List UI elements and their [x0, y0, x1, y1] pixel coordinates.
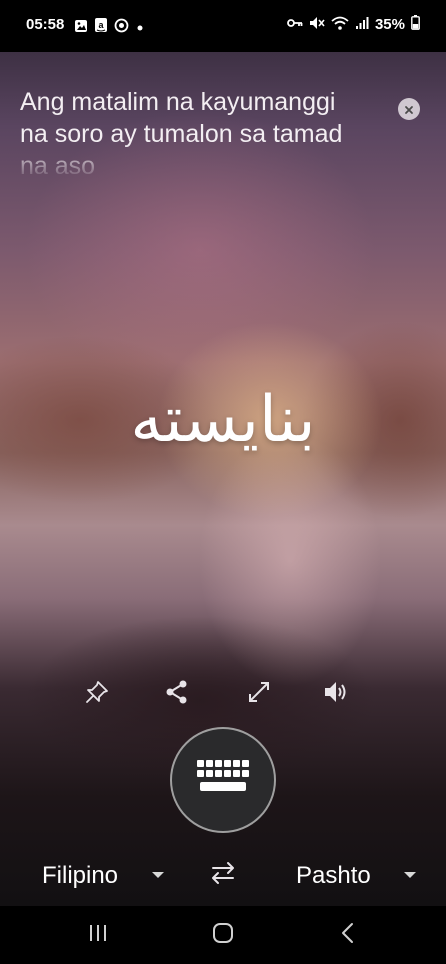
signal-icon [355, 16, 369, 34]
recent-apps-icon [87, 923, 109, 947]
target-language-selector[interactable]: Pashto [296, 862, 371, 890]
notification-icons: a [74, 17, 145, 37]
swap-icon [209, 861, 237, 892]
back-icon [340, 922, 356, 948]
status-time: 05:58 [26, 16, 65, 33]
close-icon [404, 100, 414, 119]
speaker-icon [322, 679, 350, 709]
status-right: 35% [287, 15, 420, 34]
source-text[interactable]: Ang matalim na kayumanggi na soro ay tum… [20, 86, 370, 176]
speaker-button[interactable] [316, 674, 356, 714]
language-bar: Filipino Pashto [0, 850, 446, 906]
clear-button[interactable] [398, 98, 420, 120]
target-language-dropdown-icon[interactable] [404, 872, 416, 878]
wifi-icon [331, 16, 349, 34]
action-bar [0, 674, 446, 716]
source-language-dropdown-icon[interactable] [152, 872, 164, 878]
battery-icon [411, 15, 420, 34]
home-button[interactable] [203, 920, 243, 950]
share-button[interactable] [157, 674, 197, 714]
fullscreen-icon [246, 679, 272, 709]
dot-icon [135, 18, 145, 37]
image-icon [74, 18, 88, 37]
battery-text: 35% [374, 16, 405, 33]
share-icon [164, 679, 190, 709]
navigation-bar [0, 906, 446, 964]
status-bar: 05:58 a 35% [0, 0, 446, 52]
key-icon [287, 16, 303, 33]
keyboard-button[interactable] [170, 727, 276, 833]
source-language-selector[interactable]: Filipino [42, 862, 118, 890]
pin-icon [84, 679, 110, 709]
back-button[interactable] [328, 920, 368, 950]
keyboard-icon [195, 758, 251, 802]
swap-languages-button[interactable] [208, 861, 238, 892]
recent-apps-button[interactable] [78, 920, 118, 950]
pin-button[interactable] [77, 674, 117, 714]
home-icon [212, 922, 234, 948]
amazon-icon: a [94, 17, 108, 37]
mute-icon [309, 16, 325, 34]
translate-screen: 05:58 a 35% Ang matalim na kayumanggi na… [0, 0, 446, 964]
target-icon [114, 18, 129, 37]
translated-text: بنایسته [130, 383, 316, 457]
fullscreen-button[interactable] [239, 674, 279, 714]
